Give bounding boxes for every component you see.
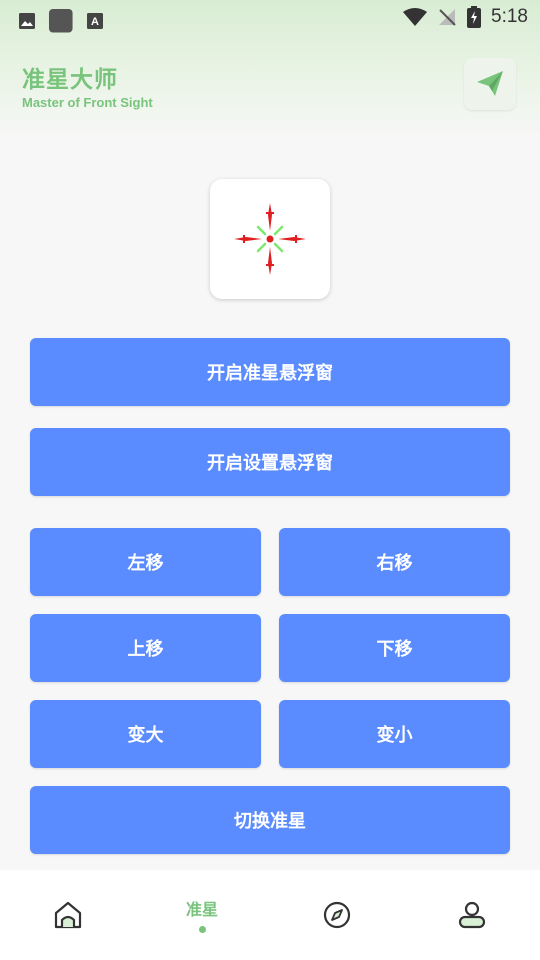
active-indicator-dot	[199, 926, 206, 933]
crosshair-preview	[210, 179, 330, 299]
app-notification-icon	[48, 8, 73, 33]
image-notification-icon	[19, 13, 35, 29]
nav-profile[interactable]	[432, 870, 512, 960]
switch-crosshair-button[interactable]: 切换准星	[30, 786, 510, 854]
share-button[interactable]	[464, 58, 516, 110]
user-icon	[458, 901, 486, 929]
status-bar: A 5:18	[0, 0, 540, 36]
bottom-navigation: 准星	[0, 870, 540, 960]
battery-charging-icon	[467, 6, 482, 28]
open-crosshair-window-button[interactable]: 开启准星悬浮窗	[30, 338, 510, 406]
open-settings-window-button[interactable]: 开启设置悬浮窗	[30, 428, 510, 496]
paper-plane-icon	[477, 71, 503, 96]
nav-crosshair-label: 准星	[185, 900, 218, 919]
move-right-button[interactable]: 右移	[279, 528, 510, 596]
no-signal-icon	[439, 9, 456, 26]
move-left-button[interactable]: 左移	[30, 528, 261, 596]
crosshair-icon	[234, 203, 306, 275]
compass-icon	[323, 901, 351, 929]
svg-text:A: A	[91, 16, 99, 28]
move-up-button[interactable]: 上移	[30, 614, 261, 682]
nav-crosshair[interactable]: 准星	[162, 870, 242, 960]
shrink-button[interactable]: 变小	[279, 700, 510, 768]
app-title: 准星大师	[22, 67, 118, 93]
wifi-icon	[403, 8, 428, 26]
nav-discover[interactable]	[297, 870, 377, 960]
home-icon	[54, 901, 82, 929]
font-notification-icon: A	[87, 13, 103, 29]
move-down-button[interactable]: 下移	[279, 614, 510, 682]
nav-home[interactable]	[28, 870, 108, 960]
enlarge-button[interactable]: 变大	[30, 700, 261, 768]
app-subtitle: Master of Front Sight	[22, 95, 153, 110]
status-time: 5:18	[491, 6, 528, 27]
